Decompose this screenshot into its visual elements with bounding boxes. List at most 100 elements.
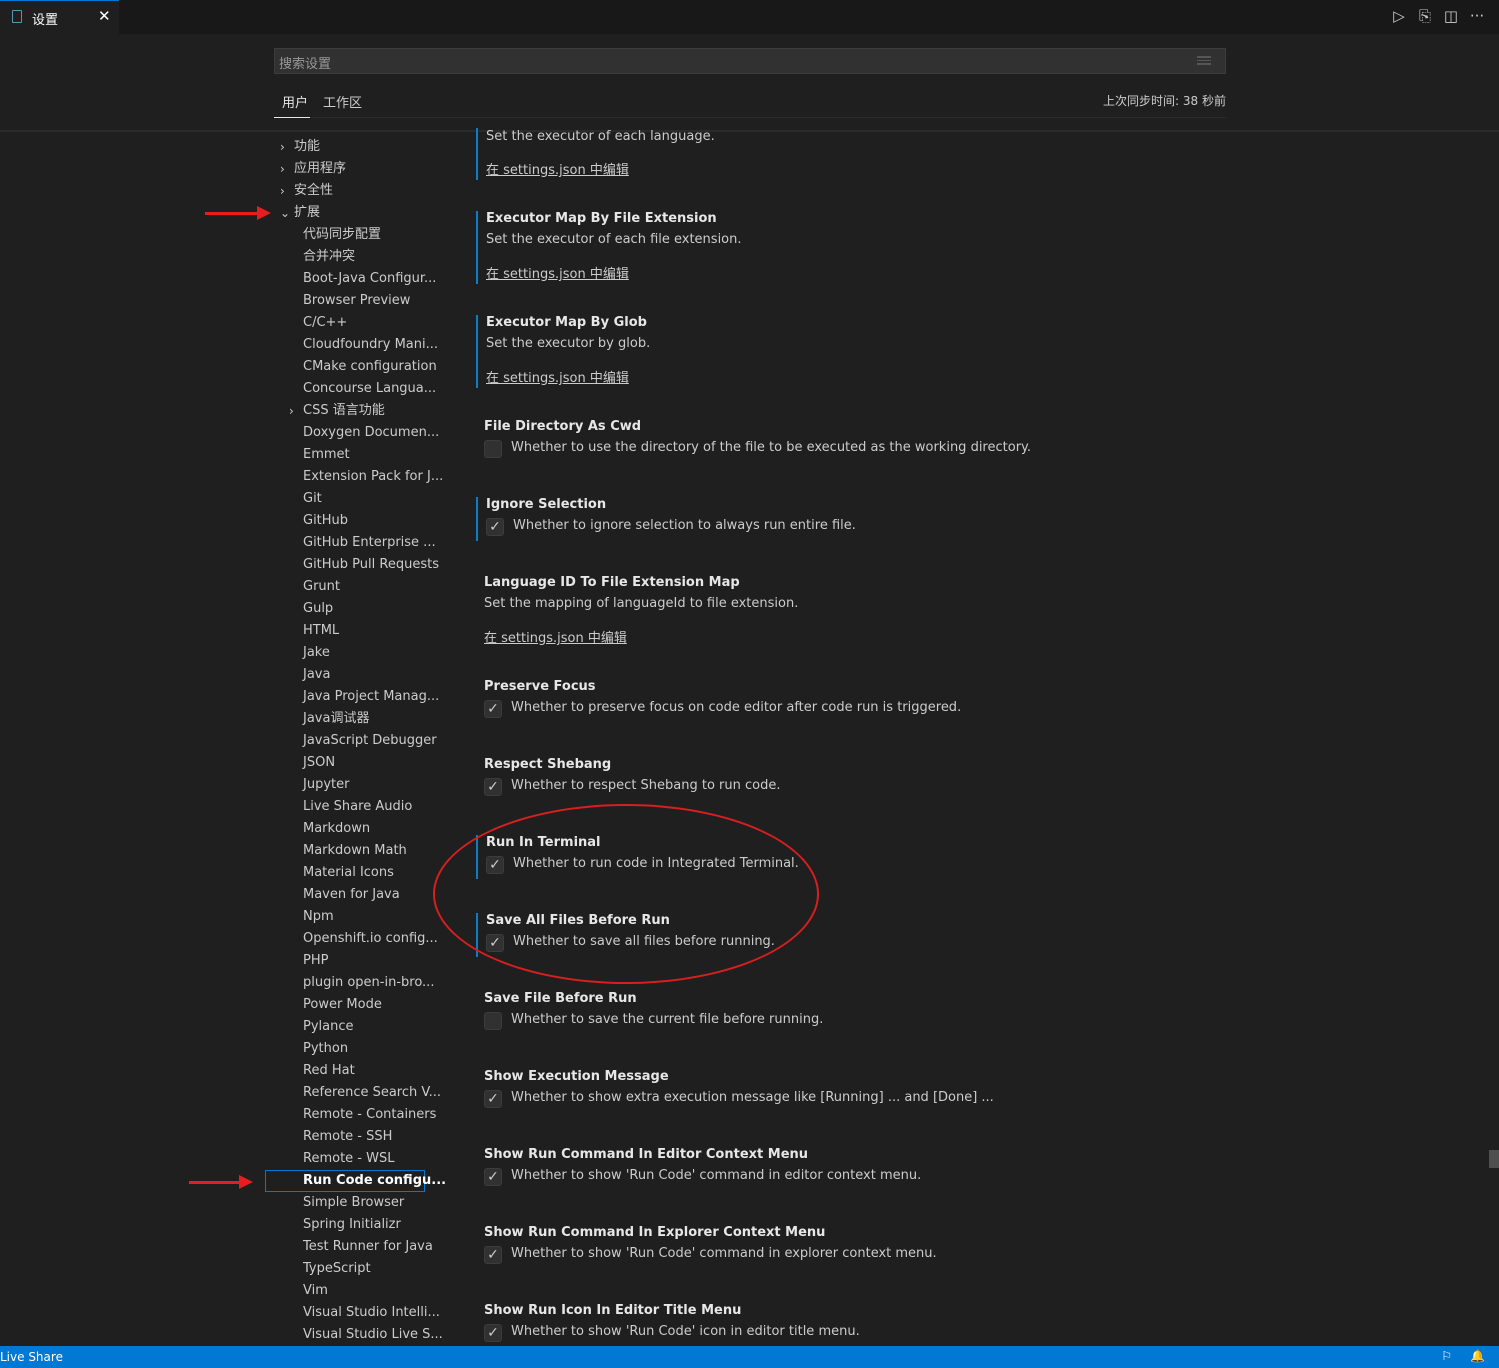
setting-description: Whether to show 'Run Code' command in ex… xyxy=(511,1246,937,1261)
toc-extension-item[interactable]: HTML xyxy=(303,620,339,642)
split-editor-icon[interactable]: ◫ xyxy=(1443,7,1459,25)
toc-extension-item[interactable]: Grunt xyxy=(303,576,340,598)
tab-user[interactable]: 用户 xyxy=(282,92,308,111)
toc-extension-item[interactable]: Python xyxy=(303,1038,348,1060)
toc-extension-item[interactable]: Pylance xyxy=(303,1016,354,1038)
toc-item[interactable]: ⌄ 扩展 xyxy=(280,202,320,224)
toc-extension-item[interactable]: Cloudfoundry Mani... xyxy=(303,334,438,356)
toc-item[interactable]: › 安全性 xyxy=(280,180,333,202)
edit-in-settings-json-link[interactable]: 在 settings.json 中编辑 xyxy=(486,367,629,386)
toc-extension-item[interactable]: Remote - SSH xyxy=(303,1126,392,1148)
toc-extension-item[interactable]: Java Project Manag... xyxy=(303,686,439,708)
bell-icon[interactable]: 🔔 xyxy=(1470,1349,1485,1363)
toc-extension-item[interactable]: › CSS 语言功能 xyxy=(289,400,385,422)
toc-extension-item[interactable]: Markdown xyxy=(303,818,370,840)
toc-extension-item[interactable]: Concourse Langua... xyxy=(303,378,436,400)
toc-extension-item[interactable]: Visual Studio Intelli... xyxy=(303,1302,440,1324)
status-bar: Live Share ⚐ 🔔 xyxy=(0,1346,1499,1368)
search-input[interactable]: 搜索设置 xyxy=(274,48,1226,74)
toc-extension-item[interactable]: Jake xyxy=(303,642,330,664)
toc-extension-item[interactable]: Java调试器 xyxy=(303,708,369,730)
toc-extension-item[interactable]: Jupyter xyxy=(303,774,349,796)
toc-extension-item[interactable]: plugin open-in-bro... xyxy=(303,972,434,994)
toc-item-label: GitHub xyxy=(303,513,349,528)
toc-extension-item[interactable]: GitHub Pull Requests xyxy=(303,554,439,576)
toc-extension-item[interactable]: Material Icons xyxy=(303,862,394,884)
toc-extension-item[interactable]: Emmet xyxy=(303,444,350,466)
close-icon[interactable]: ✕ xyxy=(98,7,111,25)
setting-checkbox[interactable]: ✓ xyxy=(484,1168,502,1186)
toc-extension-item[interactable]: Vim xyxy=(303,1280,328,1302)
toc-extension-item[interactable]: Run Code configu... xyxy=(265,1170,446,1192)
toc-extension-item[interactable]: JavaScript Debugger xyxy=(303,730,437,752)
toc-extension-item[interactable]: Test Runner for Java xyxy=(303,1236,433,1258)
toc-extension-item[interactable]: Gulp xyxy=(303,598,333,620)
more-actions-icon[interactable]: ··· xyxy=(1469,7,1485,25)
toc-extension-item[interactable]: Extension Pack for J... xyxy=(303,466,443,488)
toc-extension-item[interactable]: Browser Preview xyxy=(303,290,410,312)
scrollbar-thumb[interactable] xyxy=(1489,1150,1499,1168)
toc-extension-item[interactable]: GitHub xyxy=(303,510,348,532)
toc-extension-item[interactable]: C/C++ xyxy=(303,312,347,334)
feedback-icon[interactable]: ⚐ xyxy=(1441,1349,1452,1363)
setting-title: File Directory As Cwd xyxy=(484,419,642,434)
toc-item-label: Simple Browser xyxy=(303,1195,405,1210)
toc-extension-item[interactable]: Boot-Java Configur... xyxy=(303,268,436,290)
toc-extension-item[interactable]: Markdown Math xyxy=(303,840,407,862)
tab-settings[interactable]: 设置 ✕ xyxy=(0,0,119,34)
setting-checkbox[interactable] xyxy=(484,1012,502,1030)
toc-extension-item[interactable]: Spring Initializr xyxy=(303,1214,401,1236)
toc-extension-item[interactable]: Java xyxy=(303,664,330,686)
toc-item-label: CSS 语言功能 xyxy=(303,403,385,418)
setting-checkbox[interactable]: ✓ xyxy=(484,778,502,796)
tab-workspace[interactable]: 工作区 xyxy=(323,92,362,111)
edit-in-settings-json-link[interactable]: 在 settings.json 中编辑 xyxy=(486,263,629,282)
setting-title: Executor Map By Glob xyxy=(486,315,647,330)
toc-extension-item[interactable]: TypeScript xyxy=(303,1258,371,1280)
toc-extension-item[interactable]: PHP xyxy=(303,950,328,972)
toc-extension-item[interactable]: Maven for Java xyxy=(303,884,400,906)
setting-checkbox[interactable]: ✓ xyxy=(486,518,504,536)
toc-extension-item[interactable]: Remote - WSL xyxy=(303,1148,394,1170)
toc-item[interactable]: › 功能 xyxy=(280,136,320,158)
toc-extension-item[interactable]: Visual Studio Live S... xyxy=(303,1324,443,1346)
toc-item-label: Remote - WSL xyxy=(303,1151,395,1166)
tab-bar: 设置 ✕ ▷ ⎘ ◫ ··· xyxy=(0,0,1499,34)
toc-extension-item[interactable]: 合并冲突 xyxy=(303,246,355,268)
toc-item-label: Gulp xyxy=(303,601,334,616)
filter-icon[interactable] xyxy=(1197,56,1211,65)
toc-item[interactable]: › 应用程序 xyxy=(280,158,346,180)
setting-checkbox[interactable]: ✓ xyxy=(484,1324,502,1342)
setting-checkbox[interactable]: ✓ xyxy=(484,700,502,718)
open-settings-json-icon[interactable]: ⎘ xyxy=(1417,7,1433,25)
toc-extension-item[interactable]: CMake configuration xyxy=(303,356,437,378)
setting-checkbox[interactable] xyxy=(484,440,502,458)
toc-extension-item[interactable]: Doxygen Documen... xyxy=(303,422,439,444)
setting-show-run-command-in-explorer-context-menu: Show Run Command In Explorer Context Men… xyxy=(476,1225,1376,1269)
toc-extension-item[interactable]: Live Share Audio xyxy=(303,796,412,818)
toc-item-label: Concourse Langua... xyxy=(303,381,437,396)
live-share-status[interactable]: Live Share xyxy=(0,1350,63,1364)
toc-item-label: Boot-Java Configur... xyxy=(303,271,437,286)
toc-extension-item[interactable]: GitHub Enterprise ... xyxy=(303,532,436,554)
setting-description: Whether to ignore selection to always ru… xyxy=(513,518,856,533)
setting-checkbox[interactable]: ✓ xyxy=(484,1090,502,1108)
edit-in-settings-json-link[interactable]: 在 settings.json 中编辑 xyxy=(486,159,629,178)
toc-item-label: GitHub Pull Requests xyxy=(303,557,439,572)
toc-extension-item[interactable]: 代码同步配置 xyxy=(303,224,381,246)
toc-extension-item[interactable]: Red Hat xyxy=(303,1060,355,1082)
toc-extension-item[interactable]: Openshift.io config... xyxy=(303,928,438,950)
run-icon[interactable]: ▷ xyxy=(1391,7,1407,25)
toc-item-label: Markdown Math xyxy=(303,843,407,858)
toc-extension-item[interactable]: Reference Search V... xyxy=(303,1082,441,1104)
toc-extension-item[interactable]: Simple Browser xyxy=(303,1192,404,1214)
edit-in-settings-json-link[interactable]: 在 settings.json 中编辑 xyxy=(484,627,627,646)
toc-extension-item[interactable]: Power Mode xyxy=(303,994,382,1016)
toc-extension-item[interactable]: Remote - Containers xyxy=(303,1104,436,1126)
setting-show-run-icon-in-editor-title-menu: Show Run Icon In Editor Title Menu ✓ Whe… xyxy=(476,1303,1376,1347)
toc-extension-item[interactable]: JSON xyxy=(303,752,335,774)
sync-status: 上次同步时间: 38 秒前 xyxy=(1103,94,1226,108)
toc-extension-item[interactable]: Git xyxy=(303,488,322,510)
setting-checkbox[interactable]: ✓ xyxy=(484,1246,502,1264)
toc-extension-item[interactable]: Npm xyxy=(303,906,334,928)
